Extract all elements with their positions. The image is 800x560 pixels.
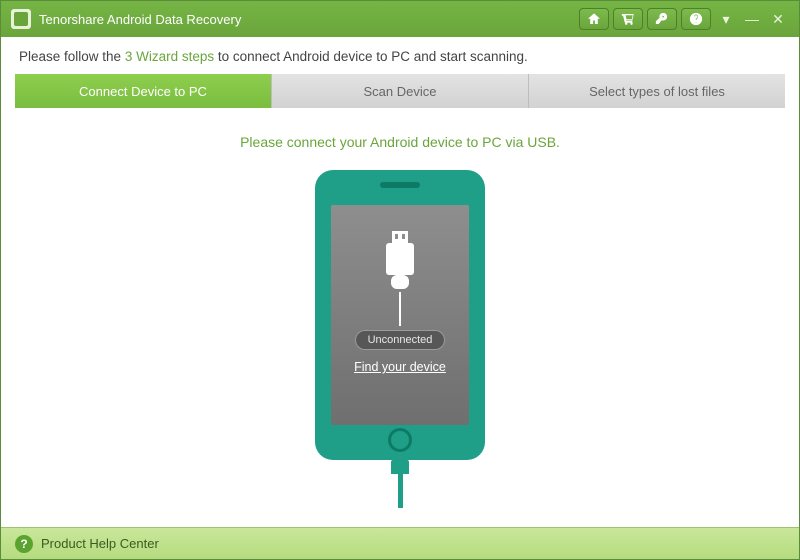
minimize-icon: —: [745, 11, 759, 27]
minimize-button[interactable]: —: [741, 8, 763, 30]
app-logo-icon: [11, 9, 31, 29]
connect-prompt: Please connect your Android device to PC…: [240, 134, 560, 150]
help-button[interactable]: [681, 8, 711, 30]
close-icon: ✕: [772, 11, 784, 28]
usb-cable-line-icon: [399, 292, 401, 326]
cart-button[interactable]: [613, 8, 643, 30]
instruction-suffix: to connect Android device to PC and star…: [214, 49, 528, 64]
connection-status-badge: Unconnected: [355, 330, 446, 350]
product-help-center-link[interactable]: Product Help Center: [41, 536, 159, 551]
instruction-highlight: 3 Wizard steps: [125, 49, 214, 64]
chevron-down-icon: ▾: [722, 11, 729, 28]
instruction-prefix: Please follow the: [19, 49, 125, 64]
tab-label: Select types of lost files: [589, 84, 725, 99]
phone-screen: Unconnected Find your device: [331, 205, 469, 425]
tab-connect-device[interactable]: Connect Device to PC: [15, 74, 272, 108]
home-button[interactable]: [579, 8, 609, 30]
usb-icon: [377, 231, 423, 294]
find-your-device-link[interactable]: Find your device: [354, 360, 446, 374]
footer-bar: ? Product Help Center: [1, 527, 799, 559]
tab-select-types[interactable]: Select types of lost files: [529, 74, 785, 108]
titlebar: Tenorshare Android Data Recovery ▾ — ✕: [1, 1, 799, 37]
menu-caret-button[interactable]: ▾: [715, 8, 737, 30]
window-title: Tenorshare Android Data Recovery: [39, 12, 241, 27]
wizard-tabs: Connect Device to PC Scan Device Select …: [15, 74, 785, 108]
phone-illustration: Unconnected Find your device: [315, 170, 485, 460]
phone-body-icon: Unconnected Find your device: [315, 170, 485, 460]
help-circle-icon: ?: [15, 535, 33, 553]
cart-icon: [621, 12, 635, 26]
key-button[interactable]: [647, 8, 677, 30]
main-panel: Please connect your Android device to PC…: [1, 108, 799, 540]
instruction-text: Please follow the 3 Wizard steps to conn…: [1, 37, 799, 74]
help-icon: [689, 12, 703, 26]
tab-label: Scan Device: [364, 84, 437, 99]
close-button[interactable]: ✕: [767, 8, 789, 30]
key-icon: [655, 12, 669, 26]
tab-label: Connect Device to PC: [79, 84, 207, 99]
phone-cable-icon: [391, 460, 409, 508]
tab-scan-device[interactable]: Scan Device: [272, 74, 529, 108]
home-icon: [587, 12, 601, 26]
